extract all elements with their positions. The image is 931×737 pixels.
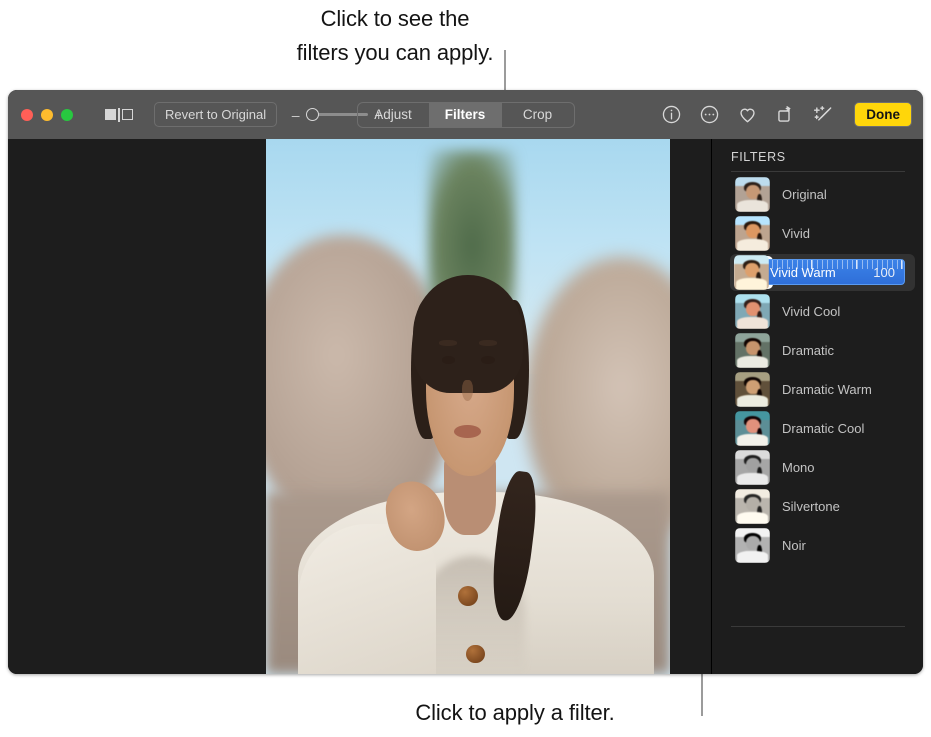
filter-row-dramatic[interactable]: Dramatic	[712, 331, 923, 370]
zoom-out-label[interactable]: –	[291, 107, 300, 123]
info-icon[interactable]	[661, 104, 682, 125]
filter-label: Mono	[782, 460, 815, 475]
filter-thumbnail	[735, 489, 770, 524]
filter-row-vivid-warm[interactable]: Vivid Warm 100	[712, 253, 923, 292]
filter-thumbnail	[735, 528, 770, 563]
photos-editor-window: Revert to Original – + Adjust Filters Cr…	[8, 90, 923, 674]
filter-label: Noir	[782, 538, 806, 553]
filter-thumbnail	[735, 294, 770, 329]
filter-intensity-slider[interactable]: Vivid Warm 100	[761, 259, 905, 285]
filters-title-divider	[731, 171, 905, 172]
filter-label: Vivid Cool	[782, 304, 840, 319]
callout-bottom-text: Click to apply a filter.	[330, 696, 700, 730]
filter-thumbnail	[735, 450, 770, 485]
window-controls[interactable]	[21, 109, 73, 121]
rotate-icon[interactable]	[775, 104, 796, 125]
compare-split-icon[interactable]	[102, 104, 136, 126]
favorite-heart-icon[interactable]	[737, 104, 758, 125]
filter-list: Original Vivid	[712, 175, 923, 565]
filter-label: Dramatic	[782, 343, 834, 358]
done-button[interactable]: Done	[854, 102, 912, 127]
filter-thumbnail	[734, 255, 769, 290]
filter-row-noir[interactable]: Noir	[712, 526, 923, 565]
minimize-button[interactable]	[41, 109, 53, 121]
filter-label: Vivid Warm	[770, 265, 836, 280]
screenshot-root: Click to see the filters you can apply. …	[0, 0, 931, 737]
tab-filters[interactable]: Filters	[430, 103, 502, 127]
photo-canvas	[8, 139, 711, 674]
callout-bottom-leader-line	[701, 668, 703, 716]
more-options-icon[interactable]	[699, 104, 720, 125]
filter-thumbnail	[735, 177, 770, 212]
callout-top-text: Click to see the filters you can apply.	[230, 2, 560, 70]
filter-row-vivid-cool[interactable]: Vivid Cool	[712, 292, 923, 331]
filter-thumbnail	[735, 216, 770, 251]
tab-adjust[interactable]: Adjust	[358, 103, 430, 127]
filter-row-silvertone[interactable]: Silvertone	[712, 487, 923, 526]
editor-mode-tabs[interactable]: Adjust Filters Crop	[357, 102, 575, 128]
filters-sidebar: FILTERS Original Vivid	[712, 139, 923, 674]
filter-row-dramatic-cool[interactable]: Dramatic Cool	[712, 409, 923, 448]
editor-toolbar: Revert to Original – + Adjust Filters Cr…	[8, 90, 923, 139]
filter-thumbnail	[735, 372, 770, 407]
filter-row-dramatic-warm[interactable]: Dramatic Warm	[712, 370, 923, 409]
auto-enhance-icon[interactable]	[813, 104, 834, 125]
filters-panel-title: FILTERS	[731, 150, 923, 164]
filter-intensity-value: 100	[873, 265, 895, 280]
edited-photo[interactable]	[266, 139, 670, 674]
filter-thumbnail	[735, 333, 770, 368]
filter-label: Dramatic Cool	[782, 421, 864, 436]
filter-row-original[interactable]: Original	[712, 175, 923, 214]
zoom-slider-knob[interactable]	[306, 108, 319, 121]
filter-label: Vivid	[782, 226, 810, 241]
filters-bottom-divider	[731, 626, 905, 627]
revert-to-original-button[interactable]: Revert to Original	[154, 102, 277, 127]
zoom-button[interactable]	[61, 109, 73, 121]
tab-crop[interactable]: Crop	[502, 103, 574, 127]
toolbar-right-actions: Done	[661, 102, 912, 127]
filter-label: Silvertone	[782, 499, 840, 514]
close-button[interactable]	[21, 109, 33, 121]
filter-row-mono[interactable]: Mono	[712, 448, 923, 487]
filter-row-vivid[interactable]: Vivid	[712, 214, 923, 253]
filter-label: Original	[782, 187, 827, 202]
filter-label: Dramatic Warm	[782, 382, 872, 397]
filter-thumbnail	[735, 411, 770, 446]
